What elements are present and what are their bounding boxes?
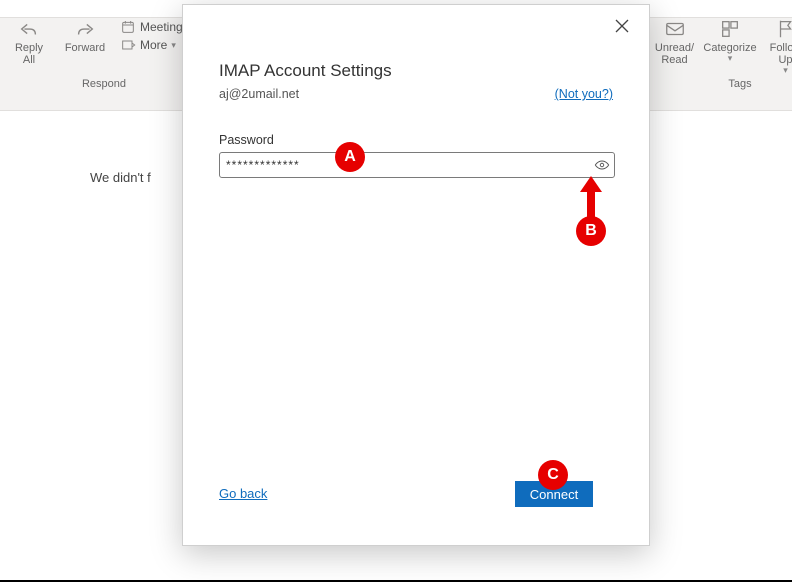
categorize-button[interactable]: Categorize ▾ (705, 18, 755, 64)
ribbon-group-respond: Reply All Forward Meeting More ▾ Respond (0, 18, 195, 93)
ribbon-group-tags: Unread/ Read Categorize ▾ Follow Up ▾ Ta… (640, 18, 792, 93)
unread-read-label: Unread/ Read (655, 42, 694, 66)
close-button[interactable] (615, 19, 633, 37)
more-icon (120, 37, 136, 53)
forward-button[interactable]: Forward (60, 18, 110, 54)
chevron-down-icon: ▾ (728, 54, 733, 64)
more-label: More (140, 38, 167, 52)
reply-all-icon (18, 18, 40, 40)
follow-up-button[interactable]: Follow Up ▾ (761, 18, 792, 76)
flag-icon (775, 18, 792, 40)
imap-settings-dialog: IMAP Account Settings aj@2umail.net (Not… (182, 4, 650, 546)
envelope-icon (664, 18, 686, 40)
respond-group-label: Respond (4, 78, 204, 90)
categorize-icon (719, 18, 741, 40)
unread-read-button[interactable]: Unread/ Read (650, 18, 699, 66)
more-button[interactable]: More ▾ (120, 37, 183, 53)
close-icon (615, 19, 629, 33)
chevron-down-icon: ▾ (171, 40, 176, 51)
connect-button[interactable]: Connect (515, 481, 593, 507)
dialog-title: IMAP Account Settings (219, 61, 392, 81)
reveal-password-button[interactable] (590, 157, 614, 173)
follow-up-label: Follow Up (770, 42, 792, 66)
background-message: We didn't f (90, 170, 151, 185)
dialog-email: aj@2umail.net (219, 87, 299, 101)
eye-icon (594, 157, 610, 173)
password-input[interactable] (220, 158, 590, 172)
chevron-down-icon: ▾ (783, 66, 788, 76)
password-label: Password (219, 133, 274, 147)
meeting-button[interactable]: Meeting (120, 19, 183, 35)
reply-all-label: Reply All (15, 42, 43, 66)
go-back-link[interactable]: Go back (219, 486, 267, 501)
tags-group-label: Tags (650, 78, 792, 90)
reply-all-button[interactable]: Reply All (4, 18, 54, 66)
forward-label: Forward (65, 42, 105, 54)
forward-icon (74, 18, 96, 40)
meeting-label: Meeting (140, 20, 183, 34)
calendar-icon (120, 19, 136, 35)
password-field-container (219, 152, 615, 178)
not-you-link[interactable]: (Not you?) (555, 87, 613, 101)
